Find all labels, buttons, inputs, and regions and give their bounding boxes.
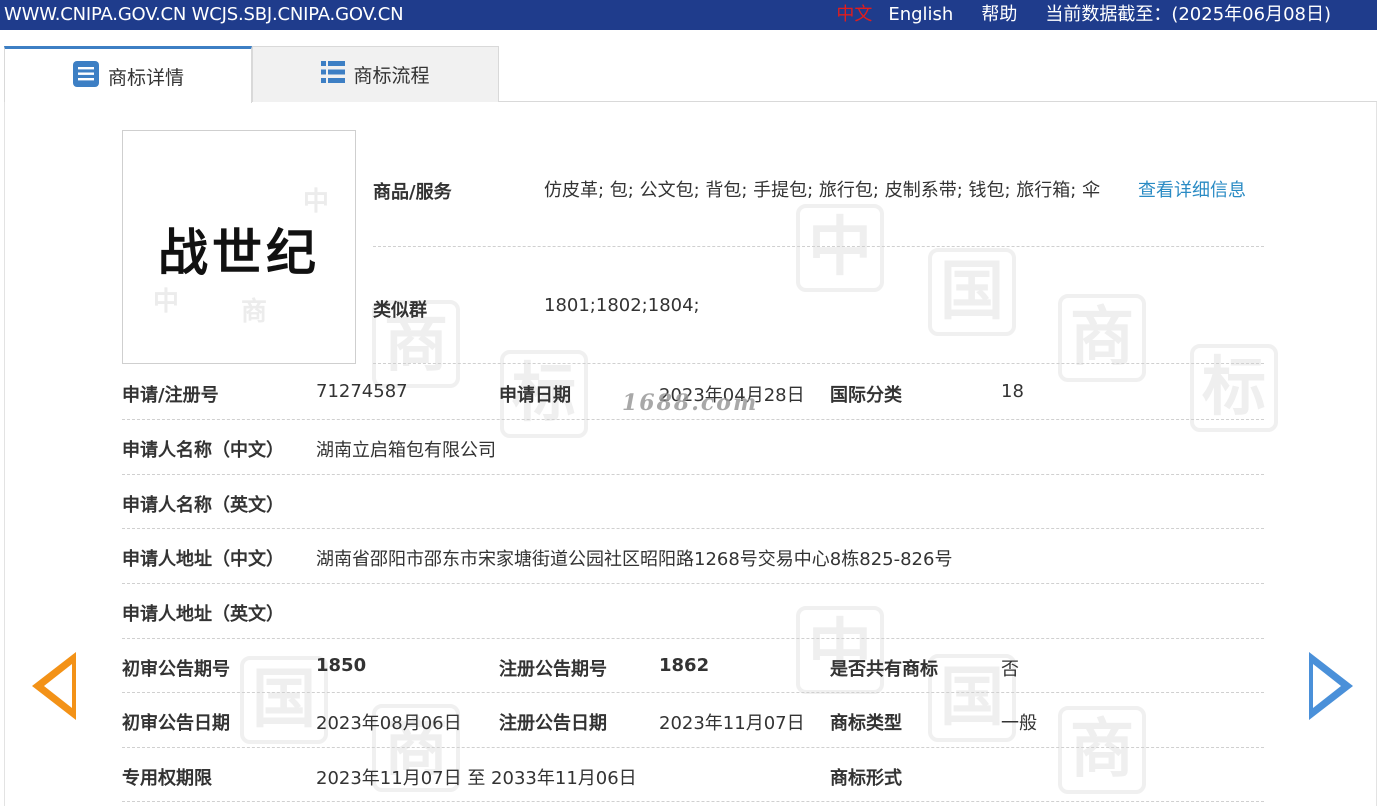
lang-english-link[interactable]: English: [888, 2, 953, 28]
trademark-text: 战世纪: [158, 223, 320, 282]
divider: [373, 363, 1264, 364]
view-details-link[interactable]: 查看详细信息: [1138, 176, 1246, 202]
list-flow-icon: [321, 61, 346, 88]
logo-watermark-glyph: 中: [153, 287, 180, 317]
divider: [122, 583, 1264, 584]
reg-no-value: 71274587: [316, 381, 408, 402]
divider: [122, 747, 1264, 748]
prelim-date-value: 2023年08月06日: [316, 713, 462, 734]
tab-trademark-process[interactable]: 商标流程: [252, 46, 499, 102]
reg-issue-value: 1862: [659, 655, 710, 676]
similar-group-value: 1801;1802;1804;: [544, 295, 700, 316]
applicant-en-label: 申请人名称（英文）: [122, 495, 284, 516]
divider: [122, 474, 1264, 475]
divider: [122, 419, 1264, 420]
address-cn-value: 湖南省邵阳市邵东市宋家塘街道公园社区昭阳路1268号交易中心8栋825-826号: [316, 549, 953, 570]
divider: [122, 801, 1264, 802]
prev-arrow-icon[interactable]: [32, 652, 76, 720]
reg-no-label: 申请/注册号: [122, 385, 219, 406]
next-arrow-icon[interactable]: [1309, 652, 1353, 720]
applicant-cn-value: 湖南立启箱包有限公司: [316, 440, 496, 461]
reg-date-value: 2023年11月07日: [659, 713, 805, 734]
top-bar-right: 中文 English 帮助 当前数据截至：(2025年06月08日): [820, 2, 1331, 28]
list-doc-icon: [72, 60, 100, 93]
address-cn-label: 申请人地址（中文）: [122, 549, 284, 570]
divider: [373, 246, 1264, 247]
lang-chinese-link[interactable]: 中文: [836, 2, 872, 28]
tab-label: 商标流程: [353, 65, 430, 87]
goods-value: 仿皮革; 包; 公文包; 背包; 手提包; 旅行包; 皮制系带; 钱包; 旅行箱…: [544, 180, 1101, 201]
logo-watermark-glyph: 商: [241, 297, 268, 327]
tab-trademark-details[interactable]: 商标详情: [4, 46, 252, 103]
shared-mark-value: 否: [1001, 659, 1019, 680]
watermark-glyph: 中: [796, 204, 884, 292]
intl-class-label: 国际分类: [830, 385, 902, 406]
reg-date-label: 注册公告日期: [499, 713, 607, 734]
shared-mark-label: 是否共有商标: [830, 659, 938, 680]
address-en-label: 申请人地址（英文）: [122, 604, 284, 625]
divider: [122, 638, 1264, 639]
tab-bar: 商标详情 商标流程: [4, 46, 1377, 103]
divider: [122, 528, 1264, 529]
divider: [122, 692, 1264, 693]
prelim-issue-value: 1850: [316, 655, 367, 676]
intl-class-value: 18: [1001, 381, 1024, 402]
term-label: 专用权期限: [122, 768, 212, 789]
watermark-text: 1688.com: [622, 390, 759, 416]
apply-date-label: 申请日期: [499, 385, 571, 406]
trademark-image: 中 商 中 战世纪: [122, 130, 356, 364]
mark-type-value: 一般: [1001, 713, 1037, 734]
top-bar: WWW.CNIPA.GOV.CN WCJS.SBJ.CNIPA.GOV.CN 中…: [0, 0, 1377, 30]
term-value: 2023年11月07日 至 2033年11月06日: [316, 768, 637, 789]
watermark-glyph: 商: [1058, 706, 1146, 794]
prelim-date-label: 初审公告日期: [122, 713, 230, 734]
mark-form-label: 商标形式: [830, 768, 902, 789]
tab-label: 商标详情: [107, 66, 184, 89]
watermark-glyph: 国: [240, 656, 328, 744]
reg-issue-label: 注册公告期号: [499, 659, 607, 680]
prelim-issue-label: 初审公告期号: [122, 659, 230, 680]
goods-label: 商品/服务: [373, 182, 452, 203]
help-link[interactable]: 帮助: [981, 2, 1017, 28]
mark-type-label: 商标类型: [830, 713, 902, 734]
applicant-cn-label: 申请人名称（中文）: [122, 440, 284, 461]
data-date-text: 当前数据截至：(2025年06月08日): [1045, 4, 1331, 25]
watermark-glyph: 国: [928, 248, 1016, 336]
similar-group-label: 类似群: [373, 300, 427, 321]
watermark-glyph: 商: [1058, 294, 1146, 382]
site-links[interactable]: WWW.CNIPA.GOV.CN WCJS.SBJ.CNIPA.GOV.CN: [4, 2, 404, 28]
